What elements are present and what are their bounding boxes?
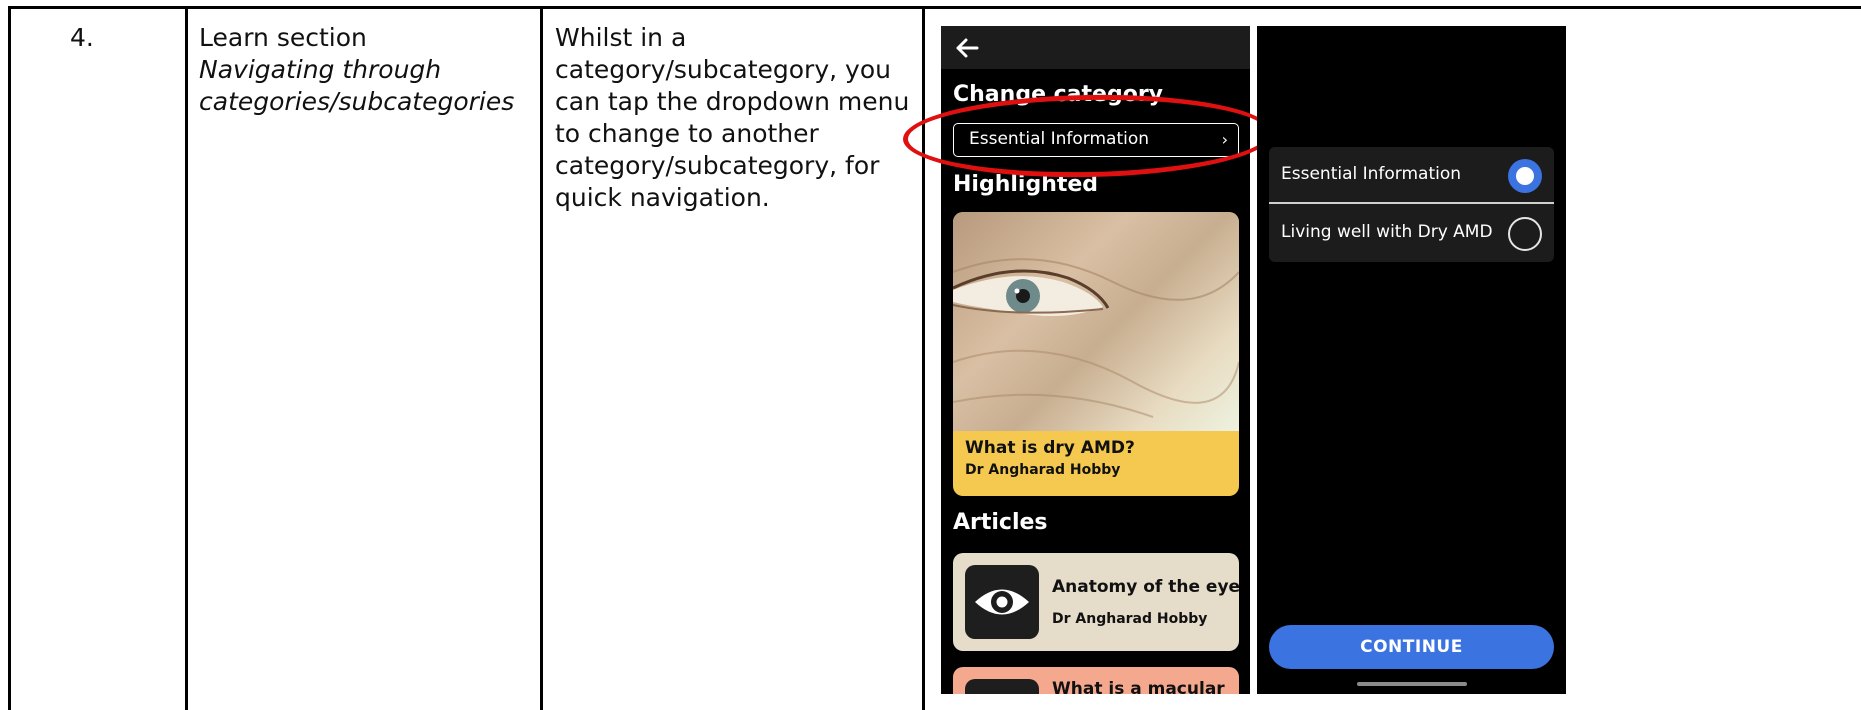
continue-button[interactable]: CONTINUE: [1269, 625, 1554, 669]
section-subtitle: Navigating through categories/subcategor…: [199, 55, 515, 116]
column-divider-3: [922, 6, 925, 710]
eye-photo: [953, 212, 1239, 431]
article-card[interactable]: What is a macular: [953, 667, 1239, 694]
article-author: Dr Angharad Hobby: [1052, 611, 1208, 627]
article-card[interactable]: Anatomy of the eye Dr Angharad Hobby: [953, 553, 1241, 651]
article-title: What is a macular: [1052, 679, 1225, 694]
document-table: 4. Learn section Navigating through cate…: [0, 0, 1861, 710]
category-options-list: Essential Information Living well with D…: [1269, 147, 1554, 262]
option-essential-information[interactable]: Essential Information: [1269, 147, 1554, 204]
article-title: Anatomy of the eye: [1052, 577, 1241, 597]
description-cell: Whilst in a category/subcategory, you ca…: [555, 23, 910, 212]
eye-photo-illustration: [953, 258, 1239, 418]
table-border-left: [8, 6, 11, 710]
section-cell: Learn section Navigating through categor…: [199, 22, 539, 118]
row-number: 4.: [70, 23, 94, 52]
articles-heading: Articles: [953, 510, 1048, 535]
radio-unselected-icon[interactable]: [1508, 217, 1542, 251]
radio-selected-icon[interactable]: [1508, 159, 1542, 193]
phone-screen-category-picker: Essential Information Living well with D…: [1257, 26, 1566, 694]
section-title: Learn section: [199, 23, 367, 52]
highlight-card[interactable]: What is dry AMD? Dr Angharad Hobby: [953, 212, 1239, 496]
home-indicator: [1357, 682, 1467, 686]
highlight-title: What is dry AMD?: [965, 438, 1135, 458]
article-thumbnail: [965, 565, 1039, 639]
eye-icon: [975, 589, 1029, 615]
highlight-author: Dr Angharad Hobby: [965, 462, 1121, 478]
top-bar: [941, 26, 1250, 69]
table-border-top: [8, 6, 1861, 9]
highlight-caption: What is dry AMD? Dr Angharad Hobby: [965, 438, 1135, 478]
back-arrow-icon[interactable]: [953, 34, 981, 62]
column-divider-1: [185, 6, 188, 710]
column-divider-2: [540, 6, 543, 710]
option-label: Essential Information: [1281, 164, 1462, 184]
option-label: Living well with Dry AMD: [1281, 222, 1493, 242]
article-thumbnail: [965, 679, 1039, 694]
option-living-well[interactable]: Living well with Dry AMD: [1269, 205, 1554, 262]
